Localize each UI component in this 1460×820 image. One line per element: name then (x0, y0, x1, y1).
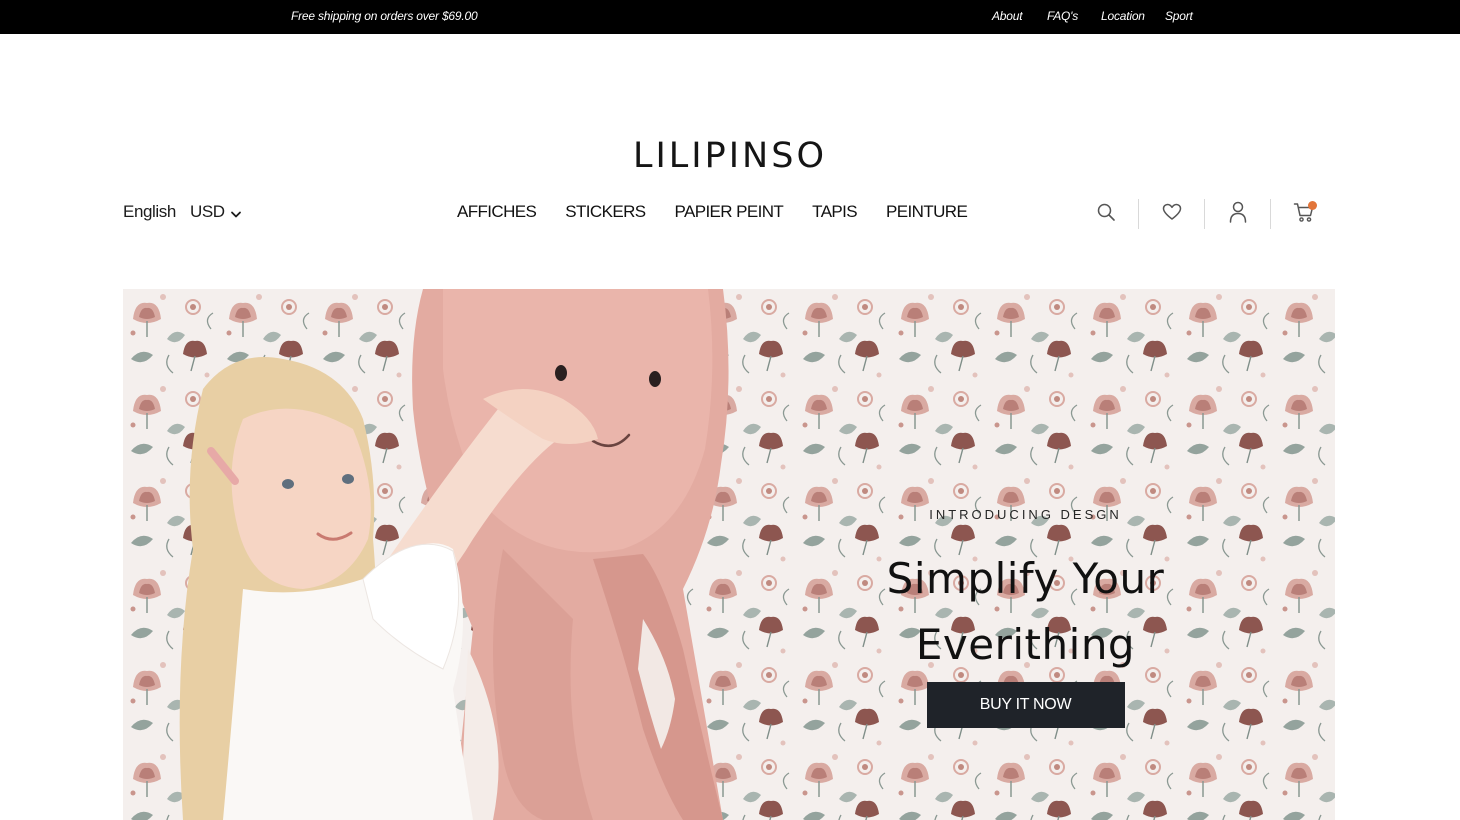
top-link-location[interactable]: Location (1101, 9, 1165, 23)
tool-divider (1270, 199, 1271, 229)
tool-divider (1138, 199, 1139, 229)
cart-badge (1308, 201, 1317, 210)
buy-it-now-button[interactable]: BUY IT NOW (926, 682, 1125, 728)
hero-content: INTRODUCING DESGN Simplify Your Everithi… (863, 507, 1188, 728)
site-logo[interactable]: LILIPINSO (0, 136, 1460, 176)
currency-selector[interactable]: USD (190, 202, 242, 222)
nav-item-affiches[interactable]: AFFICHES (457, 202, 537, 222)
nav-item-stickers[interactable]: STICKERS (565, 202, 646, 222)
cart-button[interactable] (1285, 198, 1322, 230)
free-shipping-text: Free shipping on orders over $69.00 (291, 9, 478, 23)
main-nav: AFFICHES STICKERS PAPIER PEINT TAPIS PEI… (457, 202, 968, 222)
heart-icon (1162, 203, 1182, 226)
search-button[interactable] (1087, 198, 1124, 230)
language-selector[interactable]: English (123, 202, 176, 222)
header-tools (1087, 198, 1322, 230)
hero-banner: INTRODUCING DESGN Simplify Your Everithi… (123, 289, 1335, 820)
hero-title-line-2: Everithing (915, 620, 1136, 669)
top-link-sport[interactable]: Sport (1165, 9, 1193, 23)
user-icon (1229, 201, 1247, 228)
hero-title-line-1: Simplify Your (886, 554, 1165, 603)
hero-title: Simplify Your Everithing (863, 546, 1188, 678)
top-link-faqs[interactable]: FAQ's (1047, 9, 1101, 23)
account-button[interactable] (1219, 198, 1256, 230)
hero-eyebrow: INTRODUCING DESGN (929, 507, 1122, 522)
locale-selector: English USD (123, 202, 242, 222)
currency-label: USD (189, 202, 225, 221)
nav-item-papier-peint[interactable]: PAPIER PEINT (674, 202, 783, 222)
nav-item-tapis[interactable]: TAPIS (812, 202, 857, 222)
top-link-about[interactable]: About (992, 9, 1047, 23)
announcement-bar: Free shipping on orders over $69.00 Abou… (0, 0, 1460, 34)
search-icon (1096, 202, 1116, 227)
wishlist-button[interactable] (1153, 198, 1190, 230)
tool-divider (1204, 199, 1205, 229)
chevron-down-icon (230, 206, 242, 218)
nav-item-peinture[interactable]: PEINTURE (886, 202, 968, 222)
top-links: About FAQ's Location Sport (992, 9, 1193, 23)
